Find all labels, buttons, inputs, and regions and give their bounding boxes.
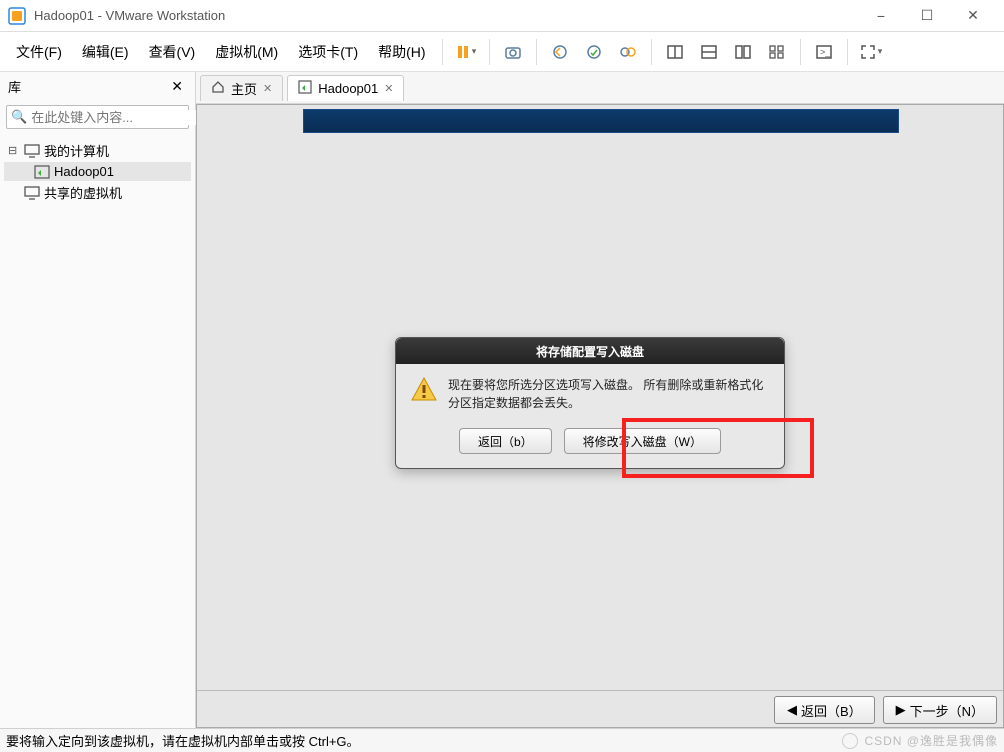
statusbar: 要将输入定向到该虚拟机，请在虚拟机内部单击或按 Ctrl+G。 CSDN @逸胜… [0, 728, 1004, 752]
tab-label: Hadoop01 [318, 81, 378, 96]
minimize-button[interactable]: − [858, 0, 904, 32]
tree-shared-vms[interactable]: 共享的虚拟机 [4, 181, 191, 204]
separator [536, 39, 537, 65]
dialog-body: 现在要将您所选分区选项写入磁盘。 所有删除或重新格式化分区指定数据都会丢失。 [396, 364, 784, 422]
annotation-highlight [622, 418, 814, 478]
tree-label: Hadoop01 [54, 164, 114, 179]
installer-banner [303, 109, 899, 133]
dialog-back-button[interactable]: 返回（b） [459, 428, 552, 454]
chevron-down-icon: ▾ [878, 46, 883, 57]
vm-console[interactable]: 将存储配置写入磁盘 现在要将您所选分区选项写入磁盘。 所有删除或重新格式化分区指… [196, 104, 1004, 728]
snapshot-manage-button[interactable] [611, 36, 645, 68]
tab-close-button[interactable]: ✕ [384, 82, 393, 95]
tab-home[interactable]: 主页 ✕ [200, 75, 283, 101]
wizard-nav: ◀ 返回（B） ▶ 下一步（N） [774, 696, 997, 724]
view-unity-button[interactable] [726, 36, 760, 68]
content-area: 主页 ✕ Hadoop01 ✕ 将存储配置写入磁盘 现在要将您所选分区选项写入磁… [196, 72, 1004, 728]
titlebar: Hadoop01 - VMware Workstation − ☐ ✕ [0, 0, 1004, 32]
home-icon [211, 80, 225, 97]
separator [847, 39, 848, 65]
separator [489, 39, 490, 65]
tab-label: 主页 [231, 79, 257, 98]
view-split-button[interactable] [692, 36, 726, 68]
menu-view[interactable]: 查看(V) [139, 36, 206, 68]
tab-close-button[interactable]: ✕ [263, 82, 272, 95]
menu-tabs[interactable]: 选项卡(T) [288, 36, 368, 68]
dialog-message: 现在要将您所选分区选项写入磁盘。 所有删除或重新格式化分区指定数据都会丢失。 [448, 376, 770, 412]
main-area: 库 ✕ 🔍 ▼ ⊟ 我的计算机 Hadoop01 共享的虚拟机 [0, 72, 1004, 728]
search-icon: 🔍 [11, 109, 27, 125]
tree-label: 共享的虚拟机 [44, 183, 122, 202]
tree-my-computer[interactable]: ⊟ 我的计算机 [4, 139, 191, 162]
menu-vm[interactable]: 虚拟机(M) [205, 36, 288, 68]
arrow-right-icon: ▶ [896, 702, 906, 718]
vm-icon [298, 80, 312, 97]
pause-button[interactable]: ▾ [449, 36, 483, 68]
vmware-app-icon [8, 7, 26, 25]
search-input[interactable] [31, 110, 207, 125]
sidebar-title: 库 [8, 77, 167, 96]
search-row: 🔍 ▼ [0, 101, 195, 133]
watermark-logo-icon [842, 733, 858, 749]
wizard-back-button[interactable]: ◀ 返回（B） [774, 696, 875, 724]
button-label: 返回（B） [801, 701, 862, 720]
svg-text:>_: >_ [820, 47, 831, 57]
tree-hadoop01[interactable]: Hadoop01 [4, 162, 191, 181]
tabs-row: 主页 ✕ Hadoop01 ✕ [196, 72, 1004, 104]
button-label: 下一步（N） [910, 701, 984, 720]
sidebar-close-button[interactable]: ✕ [167, 76, 187, 97]
close-button[interactable]: ✕ [950, 0, 996, 32]
shared-monitor-icon [24, 186, 40, 200]
library-sidebar: 库 ✕ 🔍 ▼ ⊟ 我的计算机 Hadoop01 共享的虚拟机 [0, 72, 196, 728]
warning-icon [410, 376, 438, 402]
menubar: 文件(F) 编辑(E) 查看(V) 虚拟机(M) 选项卡(T) 帮助(H) ▾ … [0, 32, 1004, 72]
fullscreen-button[interactable]: ▾ [854, 36, 888, 68]
menu-file[interactable]: 文件(F) [6, 36, 72, 68]
arrow-left-icon: ◀ [787, 702, 797, 718]
tab-hadoop01[interactable]: Hadoop01 ✕ [287, 75, 404, 101]
separator [800, 39, 801, 65]
library-tree: ⊟ 我的计算机 Hadoop01 共享的虚拟机 [0, 133, 195, 210]
separator [651, 39, 652, 65]
separator [442, 39, 443, 65]
window-title: Hadoop01 - VMware Workstation [34, 8, 858, 23]
collapse-icon[interactable]: ⊟ [8, 144, 20, 157]
view-thumbnails-button[interactable] [760, 36, 794, 68]
view-single-button[interactable] [658, 36, 692, 68]
dialog-title: 将存储配置写入磁盘 [396, 338, 784, 364]
menu-edit[interactable]: 编辑(E) [72, 36, 139, 68]
tree-label: 我的计算机 [44, 141, 109, 160]
statusbar-hint: 要将输入定向到该虚拟机，请在虚拟机内部单击或按 Ctrl+G。 [6, 731, 360, 750]
search-wrap: 🔍 ▼ [6, 105, 189, 129]
watermark-text: CSDN @逸胜是我偶像 [864, 732, 998, 749]
vm-icon [34, 165, 50, 179]
maximize-button[interactable]: ☐ [904, 0, 950, 32]
watermark: CSDN @逸胜是我偶像 [842, 732, 998, 749]
monitor-icon [24, 144, 40, 158]
console-button[interactable]: >_ [807, 36, 841, 68]
snapshot-button[interactable] [496, 36, 530, 68]
chevron-down-icon: ▾ [472, 46, 477, 57]
wizard-next-button[interactable]: ▶ 下一步（N） [883, 696, 997, 724]
separator [197, 690, 1003, 691]
revert-button[interactable] [543, 36, 577, 68]
snapshot-take-button[interactable] [577, 36, 611, 68]
menu-help[interactable]: 帮助(H) [368, 36, 435, 68]
sidebar-header: 库 ✕ [0, 72, 195, 101]
